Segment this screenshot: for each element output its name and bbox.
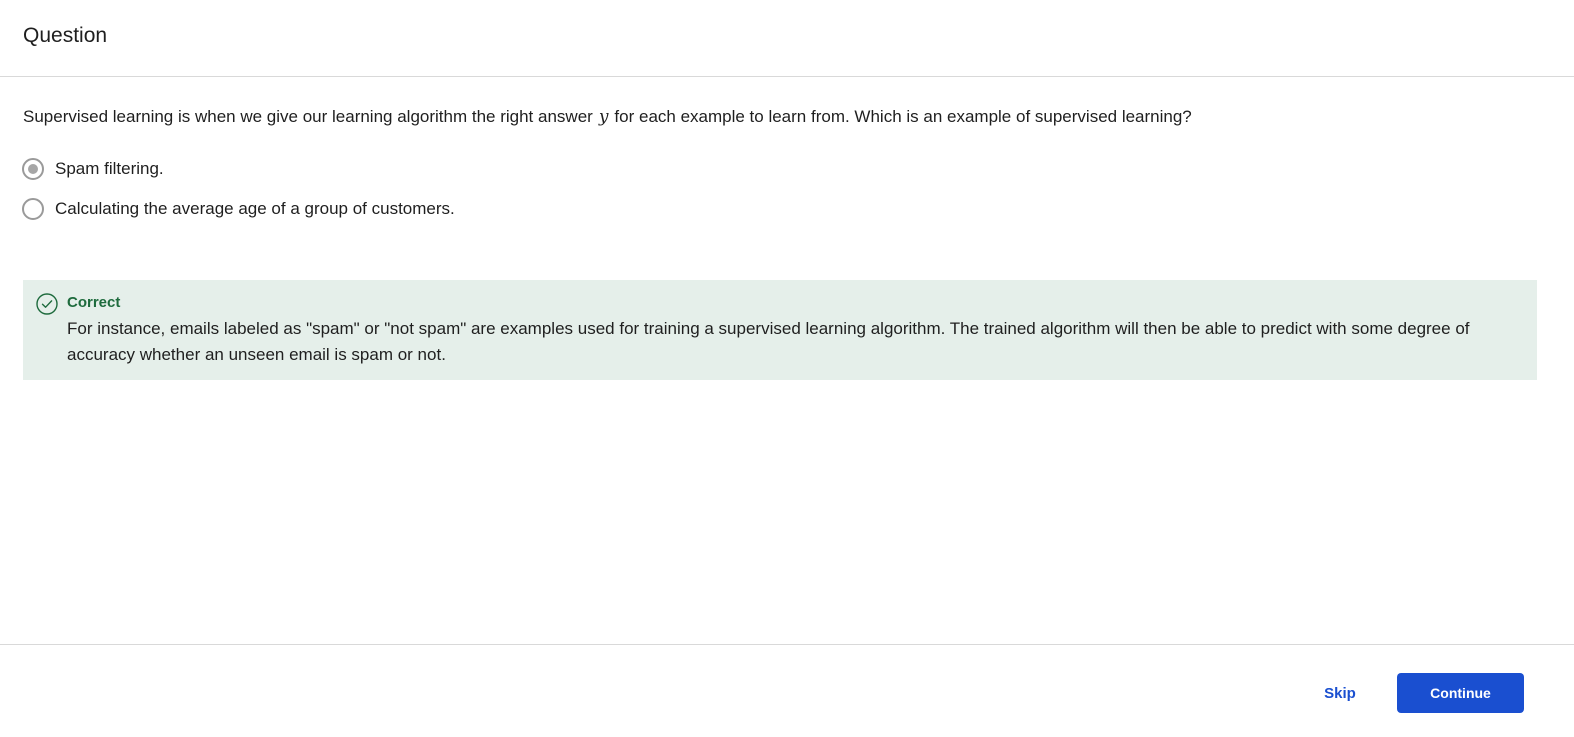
question-prompt: Supervised learning is when we give our … <box>23 105 1192 129</box>
answer-option-1[interactable]: Spam filtering. <box>22 157 164 181</box>
header: Question <box>0 0 1574 77</box>
radio-dot-icon <box>28 164 38 174</box>
option-label: Spam filtering. <box>55 159 164 178</box>
prompt-text-start: Supervised learning is when we give our … <box>23 107 593 126</box>
feedback-explanation: For instance, emails labeled as "spam" o… <box>67 319 1470 364</box>
question-page: Question Supervised learning is when we … <box>0 0 1574 737</box>
feedback-status: Correct <box>67 294 121 311</box>
prompt-text-end: for each example to learn from. Which is… <box>614 107 1192 126</box>
check-circle-icon <box>36 293 58 315</box>
answer-option-2[interactable]: Calculating the average age of a group o… <box>22 197 455 221</box>
skip-button[interactable]: Skip <box>1300 673 1380 713</box>
math-variable: y <box>598 107 609 127</box>
option-label: Calculating the average age of a group o… <box>55 199 455 218</box>
feedback-panel: Correct For instance, emails labeled as … <box>23 280 1537 380</box>
radio-button-selected[interactable] <box>22 158 44 180</box>
radio-button[interactable] <box>22 198 44 220</box>
continue-button[interactable]: Continue <box>1397 673 1524 713</box>
page-title: Question <box>23 24 108 47</box>
footer: Skip Continue <box>0 644 1574 737</box>
